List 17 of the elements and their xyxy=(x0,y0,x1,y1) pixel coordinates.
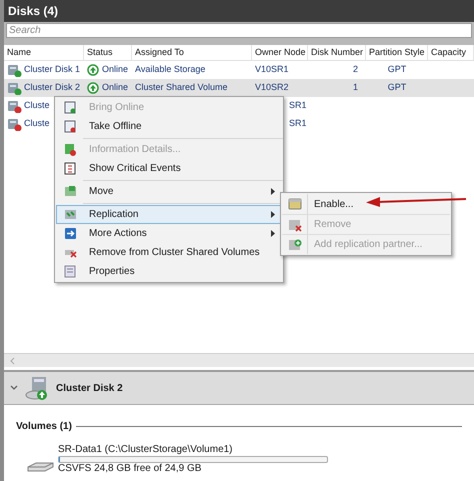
status-text: Online xyxy=(102,63,128,76)
table-cell-text: GPT xyxy=(388,63,406,76)
table-cell-text: V10SR2 xyxy=(255,81,289,94)
volume-name: SR-Data1 (C:\ClusterStorage\Volume1) xyxy=(58,444,234,456)
table-cell-text: GPT xyxy=(388,81,406,94)
panel-title: Disks (4) xyxy=(8,3,58,20)
table-cell-text: SR1 xyxy=(288,117,307,130)
table-cell-text: Cluster Shared Volume xyxy=(135,81,228,94)
table-cell-text: V10SR1 xyxy=(255,63,289,76)
status-text: Online xyxy=(102,81,128,94)
volume-summary: CSVFS 24,8 GB free of 24,9 GB xyxy=(58,463,202,475)
table-cell-text: 1 xyxy=(352,81,358,94)
table-cell-text: 2 xyxy=(352,63,358,76)
details-title: Cluster Disk 2 xyxy=(56,382,123,396)
table-cell-text: SR1 xyxy=(288,99,307,112)
table-cell-text: Available Storage xyxy=(135,63,206,76)
section-title: Volumes (1) xyxy=(16,420,72,434)
